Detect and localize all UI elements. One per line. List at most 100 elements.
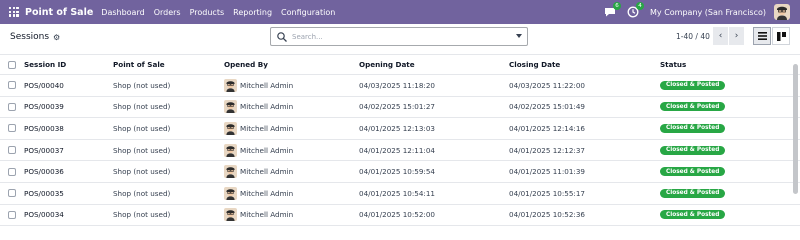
header-status[interactable]: Status [660, 55, 686, 74]
list-view-button[interactable] [753, 27, 771, 45]
table-row[interactable]: POS/00036 Shop (not used) Mitchell Admin… [0, 161, 800, 183]
pager-previous-button[interactable]: ‹ [713, 27, 728, 45]
app-title[interactable]: Point of Sale [25, 7, 93, 18]
main-menu: Dashboard Orders Products Reporting Conf… [101, 8, 344, 17]
top-navbar: Point of Sale Dashboard Orders Products … [0, 0, 800, 24]
opened-by-name: Mitchell Admin [240, 102, 294, 112]
scrollbar[interactable] [793, 54, 798, 224]
opening-date: 04/01/2025 12:11:04 [359, 145, 435, 155]
header-closing-date[interactable]: Closing Date [509, 55, 560, 74]
row-checkbox[interactable] [8, 167, 16, 176]
activity-clock-icon[interactable]: 4 [627, 2, 645, 18]
closing-date: 04/02/2025 15:01:49 [509, 102, 585, 112]
page-title: Sessions [10, 32, 50, 42]
user-avatar-small [224, 186, 237, 200]
row-checkbox[interactable] [8, 124, 16, 133]
closing-date: 04/01/2025 10:55:17 [509, 188, 585, 198]
table-row[interactable]: POS/00038 Shop (not used) Mitchell Admin… [0, 118, 800, 140]
session-id: POS/00036 [24, 167, 64, 177]
menu-item-reporting[interactable]: Reporting [233, 8, 272, 17]
status-badge: Closed & Posted [660, 123, 726, 133]
opened-by: Mitchell Admin [224, 183, 293, 204]
row-checkbox[interactable] [8, 146, 16, 155]
opening-date: 04/01/2025 10:59:54 [359, 167, 435, 177]
point-of-sale: Shop (not used) [113, 210, 171, 220]
point-of-sale: Shop (not used) [113, 167, 171, 177]
user-avatar-small [224, 165, 237, 179]
row-checkbox[interactable] [8, 210, 16, 219]
closing-date: 04/01/2025 10:52:36 [509, 210, 585, 220]
select-all-checkbox[interactable] [8, 60, 16, 69]
breadcrumb: Sessions ⚙ [10, 32, 60, 42]
opened-by: Mitchell Admin [224, 75, 293, 96]
row-checkbox[interactable] [8, 81, 16, 90]
gear-icon[interactable]: ⚙ [53, 33, 60, 42]
point-of-sale: Shop (not used) [113, 145, 171, 155]
status-badge: Closed & Posted [660, 102, 726, 112]
session-id: POS/00035 [24, 188, 64, 198]
table-row[interactable]: POS/00037 Shop (not used) Mitchell Admin… [0, 140, 800, 162]
chat-icon[interactable]: 6 [604, 2, 622, 18]
control-panel: Sessions ⚙ 1-40 / 40 ‹ › [0, 24, 800, 52]
pager-next-button[interactable]: › [729, 27, 744, 45]
pager-value[interactable]: 1-40 / 40 [676, 32, 710, 41]
search-bar[interactable] [270, 27, 528, 46]
session-id: POS/00037 [24, 145, 64, 155]
menu-item-products[interactable]: Products [190, 8, 225, 17]
user-avatar-small [224, 143, 237, 157]
opened-by-name: Mitchell Admin [240, 145, 294, 155]
search-dropdown-toggle-icon[interactable] [516, 34, 522, 38]
chat-badge: 6 [613, 2, 622, 10]
header-session-id[interactable]: Session ID [24, 55, 66, 74]
row-checkbox[interactable] [8, 189, 16, 198]
status-badge: Closed & Posted [660, 167, 726, 177]
kanban-view-button[interactable] [772, 27, 790, 45]
closing-date: 04/01/2025 12:14:16 [509, 123, 585, 133]
point-of-sale: Shop (not used) [113, 102, 171, 112]
search-input[interactable] [292, 32, 507, 41]
scrollbar-thumb[interactable] [793, 64, 798, 194]
opening-date: 04/01/2025 10:54:11 [359, 188, 435, 198]
point-of-sale: Shop (not used) [113, 80, 171, 90]
opened-by-name: Mitchell Admin [240, 188, 294, 198]
apps-menu-icon[interactable] [9, 7, 19, 17]
menu-item-configuration[interactable]: Configuration [281, 8, 335, 17]
kanban-view-icon [776, 31, 786, 41]
header-opened-by[interactable]: Opened By [224, 55, 268, 74]
opening-date: 04/01/2025 10:52:00 [359, 210, 435, 220]
session-id: POS/00034 [24, 210, 64, 220]
opening-date: 04/01/2025 12:13:03 [359, 123, 435, 133]
point-of-sale: Shop (not used) [113, 123, 171, 133]
opened-by-name: Mitchell Admin [240, 123, 294, 133]
session-id: POS/00039 [24, 102, 64, 112]
menu-item-orders[interactable]: Orders [154, 8, 181, 17]
table-row[interactable]: POS/00034 Shop (not used) Mitchell Admin… [0, 205, 800, 227]
table-row[interactable]: POS/00040 Shop (not used) Mitchell Admin… [0, 75, 800, 97]
header-opening-date[interactable]: Opening Date [359, 55, 415, 74]
table-row[interactable]: POS/00035 Shop (not used) Mitchell Admin… [0, 183, 800, 205]
user-avatar-small [224, 78, 237, 92]
opened-by-name: Mitchell Admin [240, 80, 294, 90]
menu-item-dashboard[interactable]: Dashboard [101, 8, 144, 17]
closing-date: 04/01/2025 12:12:37 [509, 145, 585, 155]
opening-date: 04/02/2025 15:01:27 [359, 102, 435, 112]
closing-date: 04/03/2025 11:22:00 [509, 80, 585, 90]
row-checkbox[interactable] [8, 102, 16, 111]
company-switcher[interactable]: My Company (San Francisco) [650, 8, 766, 17]
list-view-icon [757, 32, 767, 40]
status-badge: Closed & Posted [660, 80, 726, 90]
user-avatar-small [224, 208, 237, 222]
header-point-of-sale[interactable]: Point of Sale [113, 55, 165, 74]
user-avatar-small [224, 100, 237, 114]
status-badge: Closed & Posted [660, 188, 726, 198]
session-id: POS/00038 [24, 123, 64, 133]
status-badge: Closed & Posted [660, 210, 726, 220]
table-header: Session ID Point of Sale Opened By Openi… [0, 54, 800, 75]
user-avatar-small [224, 121, 237, 135]
opened-by: Mitchell Admin [224, 161, 293, 182]
closing-date: 04/01/2025 11:01:39 [509, 167, 585, 177]
opened-by-name: Mitchell Admin [240, 167, 294, 177]
user-avatar[interactable] [774, 4, 790, 20]
point-of-sale: Shop (not used) [113, 188, 171, 198]
table-row[interactable]: POS/00039 Shop (not used) Mitchell Admin… [0, 97, 800, 119]
